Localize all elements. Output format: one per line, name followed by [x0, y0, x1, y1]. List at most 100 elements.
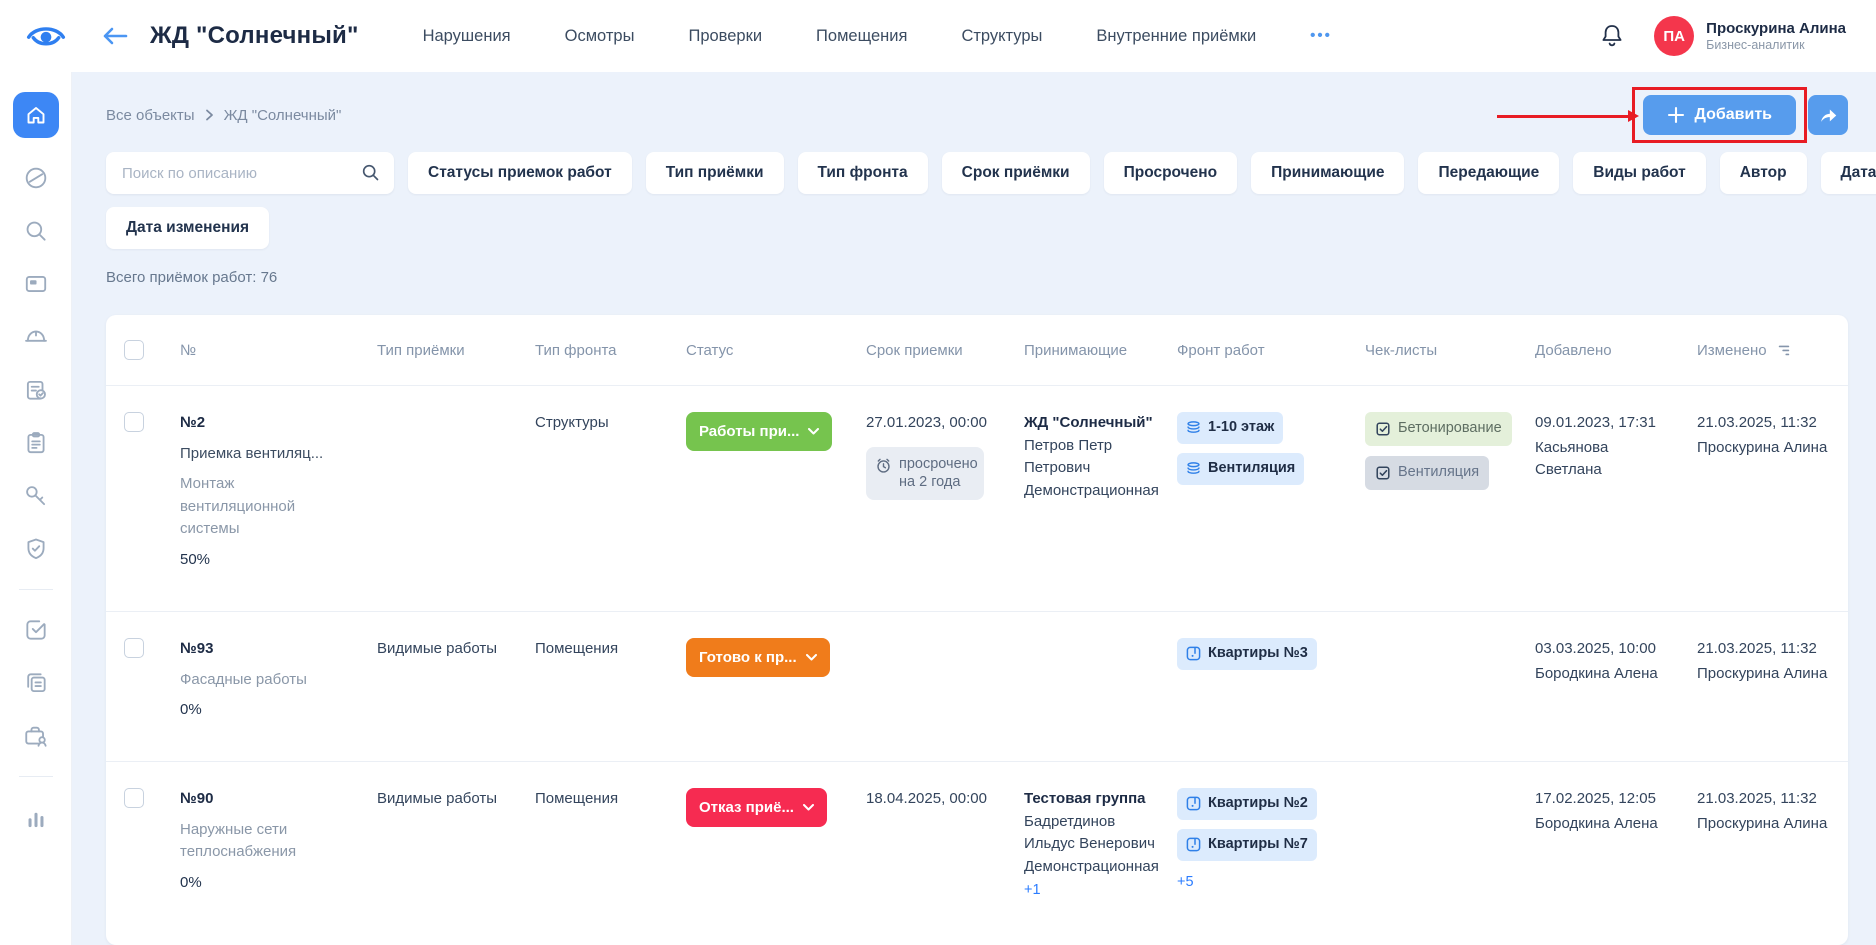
app-logo-eye-icon[interactable]	[24, 21, 68, 51]
filter-chip-transferring[interactable]: Передающие	[1418, 152, 1559, 194]
accepting-group: ЖД "Солнечный"	[1024, 412, 1164, 435]
filter-chip-front-type[interactable]: Тип фронта	[798, 152, 928, 194]
table-row[interactable]: №93 Фасадные работы 0% Видимые работы По…	[106, 611, 1848, 761]
nav-premises[interactable]: Помещения	[816, 27, 907, 46]
column-header-acceptance-type[interactable]: Тип приёмки	[377, 315, 535, 385]
accepting-group: Тестовая группа	[1024, 788, 1164, 811]
sidebar-item-briefcase-user-icon[interactable]	[23, 723, 49, 749]
nav-violations[interactable]: Нарушения	[423, 27, 511, 46]
column-header-accepting[interactable]: Принимающие	[1024, 315, 1177, 385]
sidebar-item-documents-copy-icon[interactable]	[23, 670, 49, 696]
row-checkbox[interactable]	[124, 412, 144, 432]
nav-structures[interactable]: Структуры	[961, 27, 1042, 46]
row-title: Приемка вентиляц...	[180, 443, 340, 466]
user-role: Бизнес-аналитик	[1706, 38, 1846, 52]
sidebar-item-clipboard-icon[interactable]	[23, 430, 49, 456]
sidebar-item-card-icon[interactable]	[23, 271, 49, 297]
row-number: №2	[180, 412, 363, 435]
table-row[interactable]: №2 Приемка вентиляц... Монтаж вентиляцио…	[106, 385, 1848, 611]
filter-chip-acceptance-statuses[interactable]: Статусы приемок работ	[408, 152, 632, 194]
acceptances-table: № Тип приёмки Тип фронта Статус Срок при…	[106, 315, 1848, 945]
filter-chip-date-added[interactable]: Дата добавления	[1821, 152, 1876, 194]
changed-date: 21.03.2025, 11:32	[1697, 638, 1834, 661]
column-header-status[interactable]: Статус	[686, 315, 866, 385]
work-front-badge[interactable]: Квартиры №3	[1177, 638, 1317, 670]
checklist-badge[interactable]: Вентиляция	[1365, 456, 1489, 490]
status-dropdown-button[interactable]: Готово к пр...	[686, 638, 830, 677]
status-dropdown-button[interactable]: Отказ приё...	[686, 788, 827, 827]
filter-chip-work-types[interactable]: Виды работ	[1573, 152, 1705, 194]
select-all-checkbox[interactable]	[124, 340, 144, 360]
room-icon	[1186, 796, 1201, 811]
sidebar-item-violations-icon[interactable]	[23, 165, 49, 191]
nav-internal-acceptances[interactable]: Внутренние приёмки	[1096, 27, 1256, 46]
user-menu[interactable]: ПА Проскурина Алина Бизнес-аналитик	[1654, 16, 1846, 56]
filter-chip-acceptance-deadline[interactable]: Срок приёмки	[942, 152, 1090, 194]
sidebar-divider	[19, 776, 53, 777]
nav-more-ellipsis-icon[interactable]: •••	[1310, 27, 1332, 46]
status-label: Отказ приё...	[699, 799, 794, 816]
check-square-icon	[1375, 421, 1391, 437]
sidebar-item-keys-icon[interactable]	[23, 483, 49, 509]
nav-checks[interactable]: Проверки	[688, 27, 762, 46]
deadline-date: 27.01.2023, 00:00	[866, 412, 1010, 435]
row-checkbox[interactable]	[124, 638, 144, 658]
added-author: Бородкина Алена	[1535, 663, 1683, 686]
added-author: Бородкина Алена	[1535, 813, 1683, 836]
sidebar-item-search-icon[interactable]	[23, 218, 49, 244]
search-icon[interactable]	[360, 162, 381, 188]
work-front-badge[interactable]: Вентиляция	[1177, 453, 1304, 485]
add-button[interactable]: Добавить	[1643, 95, 1797, 135]
work-front-badge[interactable]: Квартиры №7	[1177, 829, 1317, 861]
checklist-badge[interactable]: Бетонирование	[1365, 412, 1512, 446]
overdue-badge: просрочено на 2 года	[866, 447, 984, 501]
accepting-person: Бадретдинов Ильдус Венерович	[1024, 811, 1164, 856]
filter-chip-accepting[interactable]: Принимающие	[1251, 152, 1404, 194]
table-row[interactable]: №90 Наружные сети теплоснабжения 0% Види…	[106, 761, 1848, 918]
deadline-date: 18.04.2025, 00:00	[866, 762, 1024, 918]
row-subtitle: Фасадные работы	[180, 669, 330, 692]
sidebar-item-tasks-check-icon[interactable]	[23, 617, 49, 643]
column-header-front-type[interactable]: Тип фронта	[535, 315, 686, 385]
back-arrow-icon[interactable]	[102, 25, 128, 47]
status-dropdown-button[interactable]: Работы при...	[686, 412, 832, 451]
sort-icon[interactable]	[1776, 342, 1792, 358]
cell-front-type: Помещения	[535, 762, 686, 918]
nav-inspections[interactable]: Осмотры	[565, 27, 635, 46]
status-label: Готово к пр...	[699, 649, 797, 666]
work-front-label: Квартиры №2	[1208, 793, 1308, 815]
add-button-label: Добавить	[1695, 106, 1773, 124]
filter-chip-date-changed[interactable]: Дата изменения	[106, 207, 269, 249]
cell-front-type: Помещения	[535, 612, 686, 761]
filter-chip-overdue[interactable]: Просрочено	[1104, 152, 1238, 194]
share-button[interactable]	[1808, 95, 1848, 135]
row-subtitle: Монтаж вентиляционной системы	[180, 473, 330, 541]
work-front-more-link[interactable]: +5	[1177, 872, 1351, 894]
sidebar-item-analytics-bars-icon[interactable]	[23, 804, 49, 830]
work-front-badge[interactable]: 1-10 этаж	[1177, 412, 1283, 444]
breadcrumb-root[interactable]: Все объекты	[106, 107, 195, 124]
column-header-checklists[interactable]: Чек-листы	[1365, 315, 1535, 385]
work-front-badge[interactable]: Квартиры №2	[1177, 788, 1317, 820]
row-checkbox[interactable]	[124, 788, 144, 808]
sidebar-item-shield-icon[interactable]	[23, 536, 49, 562]
search-input[interactable]	[106, 152, 394, 194]
column-header-deadline[interactable]: Срок приемки	[866, 315, 1024, 385]
sidebar-item-helmet-icon[interactable]	[23, 324, 49, 350]
column-header-work-front[interactable]: Фронт работ	[1177, 315, 1365, 385]
row-percent: 0%	[180, 872, 363, 895]
app-root: ЖД "Солнечный" Нарушения Осмотры Проверк…	[0, 0, 1876, 945]
column-header-number[interactable]: №	[180, 315, 377, 385]
filter-chip-acceptance-type[interactable]: Тип приёмки	[646, 152, 784, 194]
sidebar-item-acceptance-check-icon[interactable]	[23, 377, 49, 403]
plus-icon	[1667, 106, 1685, 124]
alarm-clock-icon	[875, 457, 892, 474]
accepting-more-link[interactable]: +1	[1024, 880, 1164, 902]
column-header-added[interactable]: Добавлено	[1535, 315, 1697, 385]
filter-chip-author[interactable]: Автор	[1720, 152, 1807, 194]
notifications-bell-icon[interactable]	[1600, 23, 1624, 49]
avatar: ПА	[1654, 16, 1694, 56]
column-header-changed[interactable]: Изменено	[1697, 342, 1767, 359]
row-subtitle: Наружные сети теплоснабжения	[180, 819, 330, 864]
sidebar-item-home-icon[interactable]	[13, 92, 59, 138]
